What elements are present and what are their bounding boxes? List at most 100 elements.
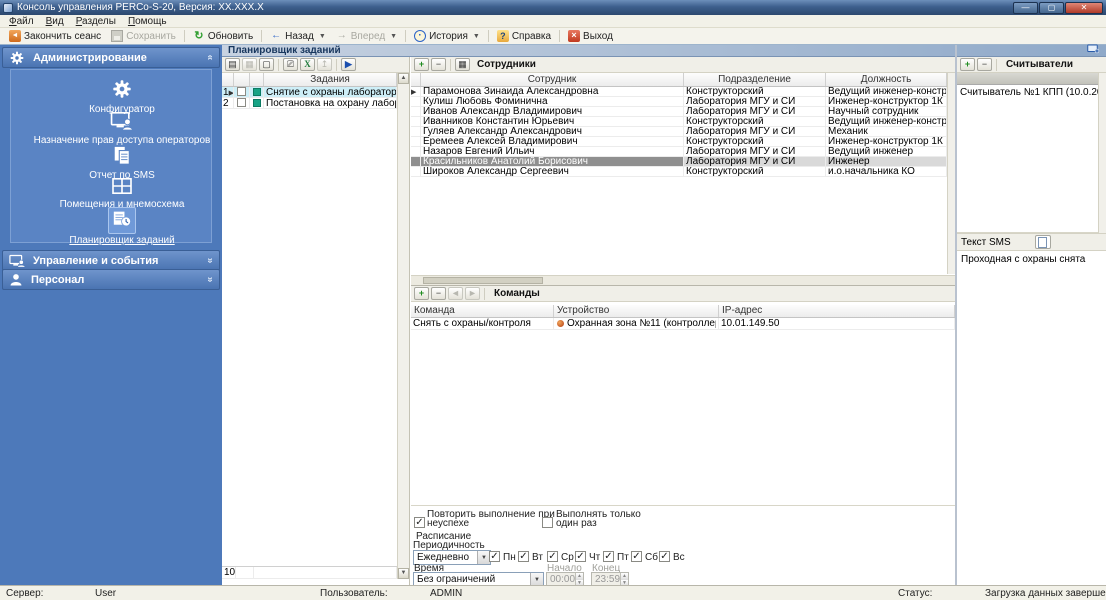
readers-vertical-scrollbar[interactable]: [1098, 73, 1106, 233]
commands-grid: Команда Устройство IP-адрес Снять с охра…: [411, 305, 955, 330]
employee-row[interactable]: Иванников Константин Юрьевич Конструктор…: [411, 117, 947, 127]
task-list-panel: ▤ ▦ ▢ ⎚ X ↥ ▶ Задания 1▶ Снятие с охраны…: [222, 57, 410, 585]
employee-row[interactable]: Широков Александр Сергеевич Конструкторс…: [411, 167, 947, 177]
window-titlebar: Консоль управления PERCo-S-20, Версия: X…: [0, 0, 1106, 15]
add-icon[interactable]: +: [960, 58, 975, 71]
task-checkbox[interactable]: [237, 87, 246, 96]
history-button[interactable]: История▼: [409, 29, 485, 43]
gear-icon: [9, 50, 25, 66]
repeat-on-failure-label2: неуспехе: [427, 518, 469, 529]
employee-row[interactable]: Назаров Евгений Ильич Лаборатория МГУ и …: [411, 147, 947, 157]
day-checkbox-fri[interactable]: [603, 551, 614, 562]
sidebar-section-personnel[interactable]: Персонал »: [2, 269, 220, 290]
refresh-button[interactable]: Обновить: [188, 29, 258, 43]
column-header-ip[interactable]: IP-адрес: [719, 305, 955, 317]
exit-button[interactable]: Выход: [563, 29, 618, 43]
documents-icon: [111, 146, 133, 166]
remove-icon[interactable]: −: [431, 58, 446, 71]
remove-icon[interactable]: −: [431, 287, 446, 300]
column-header-device[interactable]: Устройство: [554, 305, 719, 317]
day-label-wed: Ср: [561, 552, 574, 563]
back-icon: [270, 30, 282, 42]
column-header-command[interactable]: Команда: [411, 305, 554, 317]
perco-console-window: Консоль управления PERCo-S-20, Версия: X…: [0, 0, 1106, 600]
run-once-checkbox[interactable]: [542, 517, 553, 528]
task-checkbox[interactable]: [237, 98, 246, 107]
excel-export-icon[interactable]: X: [300, 58, 315, 71]
add-icon[interactable]: +: [414, 58, 429, 71]
monitor-user-icon: [110, 111, 134, 131]
administration-section-content: Конфигуратор Назначение прав доступа опе…: [10, 69, 212, 243]
edit-task-icon[interactable]: ▦: [242, 58, 257, 71]
sidebar-item-operator-rights[interactable]: Назначение прав доступа операторов: [22, 111, 222, 146]
close-button[interactable]: ✕: [1065, 2, 1103, 14]
sidebar-item-sms-report[interactable]: Отчет по SMS: [22, 146, 222, 181]
employee-row[interactable]: Гуляев Александр Александрович Лаборатор…: [411, 127, 947, 137]
export-icon[interactable]: ↥: [317, 58, 332, 71]
employee-row[interactable]: Еремеев Алексей Владимирович Конструктор…: [411, 137, 947, 147]
commands-toolbar: + − ◄ ► Команды: [411, 286, 955, 302]
sidebar-section-management-events[interactable]: Управление и события »: [2, 250, 220, 271]
task-column-header[interactable]: Задания: [264, 73, 397, 86]
view-task-icon[interactable]: ▢: [259, 58, 274, 71]
day-checkbox-thu[interactable]: [575, 551, 586, 562]
scroll-down-icon[interactable]: ▼: [398, 568, 409, 579]
run-task-icon[interactable]: ▶: [341, 58, 356, 71]
print-icon[interactable]: ⎚: [283, 58, 298, 71]
maximize-button[interactable]: ▢: [1039, 2, 1064, 14]
employees-horizontal-scrollbar[interactable]: [411, 275, 955, 285]
sidebar-item-configurator[interactable]: Конфигуратор: [22, 78, 222, 115]
move-right-icon[interactable]: ►: [465, 287, 480, 300]
move-left-icon[interactable]: ◄: [448, 287, 463, 300]
menu-help[interactable]: Помощь: [122, 16, 173, 27]
new-sms-icon[interactable]: [1035, 235, 1051, 249]
sidebar-section-administration[interactable]: Администрирование »: [2, 47, 220, 68]
day-label-thu: Чт: [589, 552, 600, 563]
day-checkbox-sat[interactable]: [631, 551, 642, 562]
employee-row-selected[interactable]: Красильников Анатолий Борисович Лаборато…: [411, 157, 947, 167]
menu-bar: Файл Вид Разделы Помощь: [0, 15, 1106, 28]
back-button[interactable]: Назад▼: [265, 29, 331, 43]
menu-sections[interactable]: Разделы: [70, 16, 122, 27]
task-row-selected[interactable]: 1▶ Снятие с охраны лаборатория: [222, 87, 397, 98]
column-header-employee[interactable]: Сотрудник: [421, 73, 684, 86]
menu-file[interactable]: Файл: [3, 16, 40, 27]
sidebar-item-premises-mnemonic[interactable]: Помещения и мнемосхема: [22, 177, 222, 210]
command-row[interactable]: Снять с охраны/контроля Охранная зона №1…: [411, 318, 955, 330]
remove-icon[interactable]: −: [977, 58, 992, 71]
employees-vertical-scrollbar[interactable]: [947, 73, 955, 274]
end-session-button[interactable]: Закончить сеанс: [4, 29, 106, 43]
add-icon[interactable]: +: [414, 287, 429, 300]
task-vertical-scrollbar[interactable]: ▲ ▼: [397, 73, 409, 579]
day-checkbox-tue[interactable]: [518, 551, 529, 562]
scrollbar-thumb[interactable]: [423, 277, 543, 284]
employee-row[interactable]: Кулиш Любовь Фоминична Лаборатория МГУ и…: [411, 97, 947, 107]
panel-options-icon[interactable]: [1087, 44, 1100, 58]
employee-row[interactable]: ▶ Парамонова Зинаида Александровна Конст…: [411, 87, 947, 97]
day-checkbox-wed[interactable]: [547, 551, 558, 562]
day-label-tue: Вт: [532, 552, 543, 563]
day-checkbox-mon[interactable]: [489, 551, 500, 562]
sms-text-area[interactable]: Проходная с охраны снята: [957, 251, 1106, 585]
day-checkbox-sun[interactable]: [659, 551, 670, 562]
repeat-on-failure-checkbox[interactable]: [414, 517, 425, 528]
column-header-position[interactable]: Должность: [826, 73, 947, 86]
task-grid-footer: 10: [222, 566, 397, 579]
forward-button[interactable]: Вперед▼: [331, 29, 402, 43]
add-task-icon[interactable]: ▤: [225, 58, 240, 71]
menu-view[interactable]: Вид: [40, 16, 70, 27]
scroll-up-icon[interactable]: ▲: [398, 73, 409, 84]
reader-list-item[interactable]: Считыватель №1 КПП (10.0.209.20): [957, 85, 1098, 100]
help-button[interactable]: Справка: [492, 29, 556, 43]
help-icon: [497, 30, 509, 42]
select-columns-icon[interactable]: ▦: [455, 58, 470, 71]
task-row[interactable]: 2 Постановка на охрану лаборатория: [222, 98, 397, 109]
grid-layout-icon: [111, 177, 133, 195]
employee-row[interactable]: Иванов Александр Владимирович Лаборатори…: [411, 107, 947, 117]
sidebar-item-task-scheduler[interactable]: Планировщик заданий: [22, 207, 222, 246]
minimize-button[interactable]: —: [1013, 2, 1038, 14]
column-header-department[interactable]: Подразделение: [684, 73, 826, 86]
current-row-marker: ▶: [411, 89, 416, 96]
task-icon: [253, 99, 261, 107]
save-button[interactable]: Сохранить: [106, 29, 181, 43]
